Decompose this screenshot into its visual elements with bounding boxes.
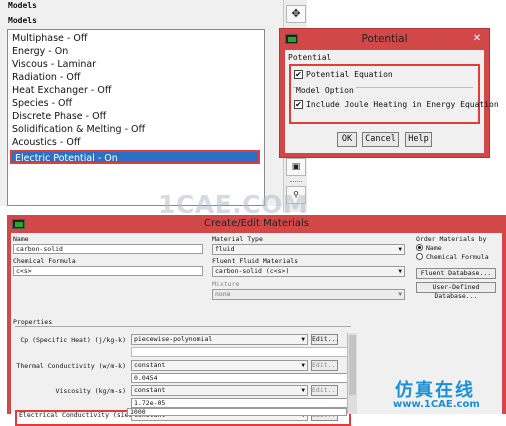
cancel-button[interactable]: Cancel [362, 132, 399, 147]
camera-icon[interactable]: ▣ [286, 158, 306, 176]
model-item-energy[interactable]: Energy - On [12, 46, 68, 57]
order-name-radio[interactable] [416, 244, 423, 251]
property-label-cp: Cp (Specific Heat) (j/kg-k) [20, 336, 126, 344]
joule-heating-label: Include Joule Heating in Energy Equation [306, 100, 499, 109]
ok-button[interactable]: OK [337, 132, 357, 147]
name-field[interactable]: carbon-solid [13, 244, 203, 254]
mixture-value: none [215, 290, 231, 298]
properties-label: Properties [13, 318, 53, 326]
property-edit-thermal-conductivity-button[interactable]: Edit... [311, 360, 339, 371]
property-method-viscosity[interactable]: constant ▼ [131, 385, 308, 396]
models-list-label: Models [8, 16, 37, 25]
properties-panel: Cp (Specific Heat) (j/kg-k) piecewise-po… [15, 326, 351, 426]
model-item-heat-exchanger[interactable]: Heat Exchanger - Off [12, 85, 111, 96]
property-value-electrical-conductivity[interactable]: 1000 [127, 408, 347, 416]
potential-section-label: Potential [288, 53, 332, 62]
property-edit-viscosity-button[interactable]: Edit... [311, 385, 339, 396]
model-item-species[interactable]: Species - Off [12, 98, 72, 109]
models-title: Models [8, 1, 37, 10]
toolbar-divider [290, 181, 302, 182]
fluent-fluid-materials-dropdown[interactable]: carbon-solid (c<s>) ▼ [212, 266, 405, 277]
fluent-database-button[interactable]: Fluent Database... [416, 268, 496, 279]
model-item-radiation[interactable]: Radiation - Off [12, 72, 80, 83]
joule-heating-checkbox[interactable]: ✔ [294, 100, 303, 109]
property-edit-cp-button[interactable]: Edit... [311, 334, 339, 345]
chevron-down-icon: ▼ [301, 362, 305, 369]
property-value-viscosity[interactable]: 1.72e-05 [131, 398, 351, 408]
model-item-solidification[interactable]: Solidification & Melting - Off [12, 124, 145, 135]
order-name-label: Name [426, 244, 442, 252]
potential-dialog-title: Potential [361, 33, 408, 45]
property-method-cp-value: piecewise-polynomial [134, 335, 213, 343]
order-materials-label: Order Materials by [416, 235, 487, 243]
property-label-thermal-conductivity: Thermal Conductivity (w/m-k) [16, 362, 126, 370]
material-type-dropdown[interactable]: fluid ▼ [212, 244, 405, 255]
property-value-cp[interactable] [131, 347, 351, 357]
chemical-formula-field[interactable]: c<s> [13, 266, 203, 276]
user-defined-database-button[interactable]: User-Defined Database... [416, 282, 496, 300]
material-type-label: Material Type [212, 235, 263, 243]
properties-scrollbar[interactable] [347, 333, 357, 414]
model-option-label: Model Option [296, 86, 356, 95]
order-formula-label: Chemical Formula [426, 253, 489, 261]
watermark-url: www.1CAE.com [393, 399, 480, 410]
fluent-fluid-materials-label: Fluent Fluid Materials [212, 257, 299, 265]
model-item-viscous[interactable]: Viscous - Laminar [12, 59, 96, 70]
potential-equation-label: Potential Equation [306, 70, 393, 79]
chevron-down-icon: ▼ [398, 268, 402, 275]
chemical-formula-label: Chemical Formula [13, 257, 76, 265]
order-formula-radio[interactable] [416, 253, 423, 260]
fluent-fluid-materials-value: carbon-solid (c<s>) [215, 267, 290, 275]
four-arrow-move-icon[interactable]: ✥ [286, 5, 306, 23]
models-list[interactable]: Multiphase - Off Energy - On Viscous - L… [7, 29, 265, 206]
potential-dialog: Potential ✕ Potential ✔ Potential Equati… [279, 28, 499, 158]
name-label: Name [13, 235, 29, 243]
chevron-down-icon: ▼ [398, 246, 402, 253]
property-value-thermal-conductivity[interactable]: 0.0454 [131, 373, 351, 383]
chevron-down-icon: ▼ [398, 291, 402, 298]
model-item-multiphase[interactable]: Multiphase - Off [12, 33, 87, 44]
models-panel: Models Models Multiphase - Off Energy - … [0, 0, 283, 206]
property-method-viscosity-value: constant [134, 386, 166, 394]
property-label-viscosity: Viscosity (kg/m-s) [55, 387, 126, 395]
potential-equation-checkbox[interactable]: ✔ [294, 70, 303, 79]
chevron-down-icon: ▼ [301, 387, 305, 394]
potential-dialog-body: Potential ✔ Potential Equation Model Opt… [285, 50, 499, 153]
help-button[interactable]: Help [405, 132, 432, 147]
close-icon[interactable]: ✕ [470, 33, 484, 45]
model-item-electric-potential[interactable]: Electric Potential - On [10, 150, 260, 164]
materials-dialog-title: Create/Edit Materials [204, 218, 309, 229]
mixture-dropdown[interactable]: none ▼ [212, 289, 405, 300]
model-item-acoustics[interactable]: Acoustics - Off [12, 137, 80, 148]
property-method-thermal-conductivity[interactable]: constant ▼ [131, 360, 308, 371]
mixture-label: Mixture [212, 280, 240, 288]
material-type-value: fluid [215, 245, 235, 253]
model-item-discrete-phase[interactable]: Discrete Phase - Off [12, 111, 106, 122]
property-method-thermal-conductivity-value: constant [134, 361, 166, 369]
chevron-down-icon: ▼ [301, 336, 305, 343]
property-method-cp[interactable]: piecewise-polynomial ▼ [131, 334, 308, 345]
scrollbar-thumb[interactable] [349, 335, 356, 395]
